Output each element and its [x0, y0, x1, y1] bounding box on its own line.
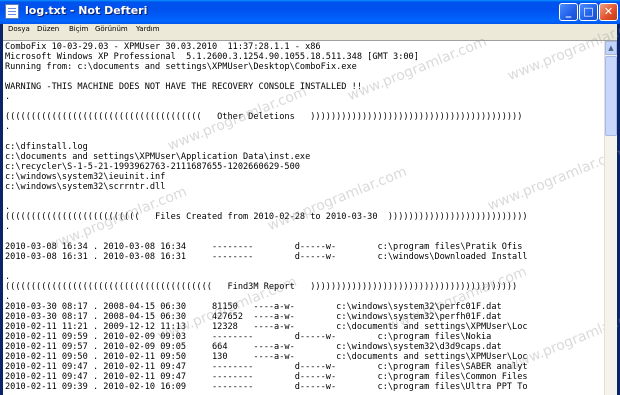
text-line: Running from: c:\documents and settings\…: [5, 62, 357, 72]
text-line: Microsoft Windows XP Professional 5.1.26…: [5, 52, 419, 62]
text-editor[interactable]: ComboFix 10-03-29.03 - XPMUser 30.03.201…: [3, 41, 603, 395]
text-line: 2010-02-11 09:57 . 2010-02-09 09:05 664 …: [5, 342, 502, 352]
text-line: 2010-02-11 09:39 . 2010-02-10 16:09 ----…: [5, 382, 528, 392]
text-line: 2010-03-08 16:34 . 2010-03-08 16:34 ----…: [5, 242, 523, 252]
title-bar[interactable]: log.txt - Not Defteri _ □ ✕: [0, 0, 620, 24]
text-line: 2010-02-11 09:50 . 2010-02-11 09:50 130 …: [5, 352, 528, 362]
maximize-button[interactable]: □: [579, 3, 598, 21]
text-line: ComboFix 10-03-29.03 - XPMUser 30.03.201…: [5, 42, 321, 52]
text-line: c:\recycler\S-1-5-21-1993962763-21116876…: [5, 162, 300, 172]
text-line: (((((((((((((((((((((((((( Files Created…: [5, 212, 528, 222]
text-line: ((((((((((((((((((((((((((((((((((((((((…: [5, 282, 518, 292]
minimize-button[interactable]: _: [559, 3, 578, 21]
menu-view[interactable]: Görünüm: [95, 25, 128, 33]
notepad-window: log.txt - Not Defteri _ □ ✕ Dosya Düzen …: [0, 0, 620, 395]
text-line: 2010-02-11 11:21 . 2009-12-12 11:13 1232…: [5, 322, 528, 332]
menu-bar: Dosya Düzen Biçim Görünüm Yardım: [3, 24, 617, 40]
text-line: .: [5, 292, 11, 302]
client-area: ComboFix 10-03-29.03 - XPMUser 30.03.201…: [3, 14, 620, 395]
text-line: c:\documents and settings\XPMUser\Applic…: [5, 152, 311, 162]
text-line: c:\windows\system32\ieuinit.inf: [5, 172, 166, 182]
text-line: (((((((((((((((((((((((((((((((((((((( O…: [5, 112, 523, 122]
text-line: 2010-02-11 09:47 . 2010-02-11 09:47 ----…: [5, 362, 528, 372]
text-line: .: [5, 202, 11, 212]
text-line: .: [5, 92, 11, 102]
text-line: c:\dfinstall.log: [5, 142, 88, 152]
text-line: 2010-02-11 09:59 . 2010-02-09 09:03 ----…: [5, 332, 492, 342]
text-line: WARNING -THIS MACHINE DOES NOT HAVE THE …: [5, 82, 362, 92]
menu-file[interactable]: Dosya: [8, 25, 30, 33]
menu-help[interactable]: Yardım: [136, 25, 160, 33]
notepad-icon[interactable]: [5, 4, 19, 19]
scroll-up-arrow-icon[interactable]: ▲: [605, 41, 617, 55]
text-line: 2010-03-08 16:31 . 2010-03-08 16:31 ----…: [5, 252, 528, 262]
menu-edit[interactable]: Düzen: [37, 25, 59, 33]
vertical-scrollbar[interactable]: ▲: [604, 41, 617, 395]
text-line: 2010-03-30 08:17 . 2008-04-15 06:30 4276…: [5, 312, 502, 322]
text-line: c:\windows\system32\scrrntr.dll: [5, 182, 166, 192]
text-line: 2010-02-11 09:47 . 2010-02-11 09:47 ----…: [5, 372, 528, 382]
text-line: .: [5, 272, 11, 282]
window-title: log.txt - Not Defteri: [25, 4, 148, 17]
scrollbar-thumb[interactable]: [605, 56, 617, 136]
text-line: .: [5, 122, 11, 132]
close-button[interactable]: ✕: [599, 3, 618, 21]
text-line: 2010-03-30 08:17 . 2008-04-15 06:30 8115…: [5, 302, 502, 312]
menu-format[interactable]: Biçim: [69, 25, 88, 33]
text-line: .: [5, 222, 11, 232]
